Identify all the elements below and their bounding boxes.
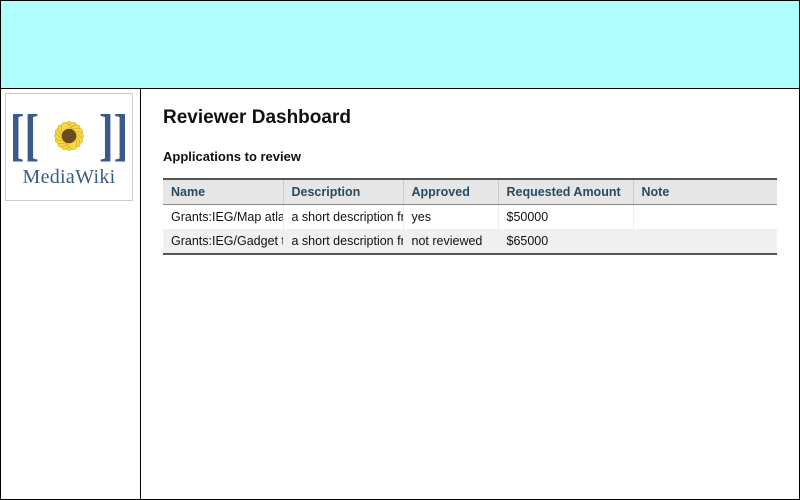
bracket-close-icon: ]]	[99, 107, 128, 164]
cell-approved: yes	[403, 205, 498, 230]
col-amount[interactable]: Requested Amount	[498, 179, 633, 205]
cell-name: Grants:IEG/Gadget to	[163, 229, 283, 254]
section-title: Applications to review	[163, 149, 777, 164]
cell-note	[633, 229, 777, 254]
sunflower-icon	[41, 108, 97, 164]
cell-name: Grants:IEG/Map atlas	[163, 205, 283, 230]
top-banner	[1, 1, 799, 89]
col-name[interactable]: Name	[163, 179, 283, 205]
logo-text: MediaWiki	[23, 166, 116, 189]
page-title: Reviewer Dashboard	[163, 107, 777, 129]
table-row[interactable]: Grants:IEG/Gadget to a short description…	[163, 229, 777, 254]
col-note[interactable]: Note	[633, 179, 777, 205]
mediawiki-logo[interactable]: [[	[5, 93, 133, 201]
cell-approved: not reviewed	[403, 229, 498, 254]
bracket-open-icon: [[	[10, 107, 39, 164]
cell-amount: $65000	[498, 229, 633, 254]
cell-note	[633, 205, 777, 230]
sidebar: [[	[1, 89, 141, 499]
cell-description: a short description fro	[283, 205, 403, 230]
col-approved[interactable]: Approved	[403, 179, 498, 205]
table-row[interactable]: Grants:IEG/Map atlas a short description…	[163, 205, 777, 230]
main-content: Reviewer Dashboard Applications to revie…	[141, 89, 799, 499]
col-description[interactable]: Description	[283, 179, 403, 205]
cell-description: a short description fro	[283, 229, 403, 254]
cell-amount: $50000	[498, 205, 633, 230]
table-header-row: Name Description Approved Requested Amou…	[163, 179, 777, 205]
logo-brackets: [[	[10, 108, 129, 164]
applications-table: Name Description Approved Requested Amou…	[163, 178, 777, 255]
